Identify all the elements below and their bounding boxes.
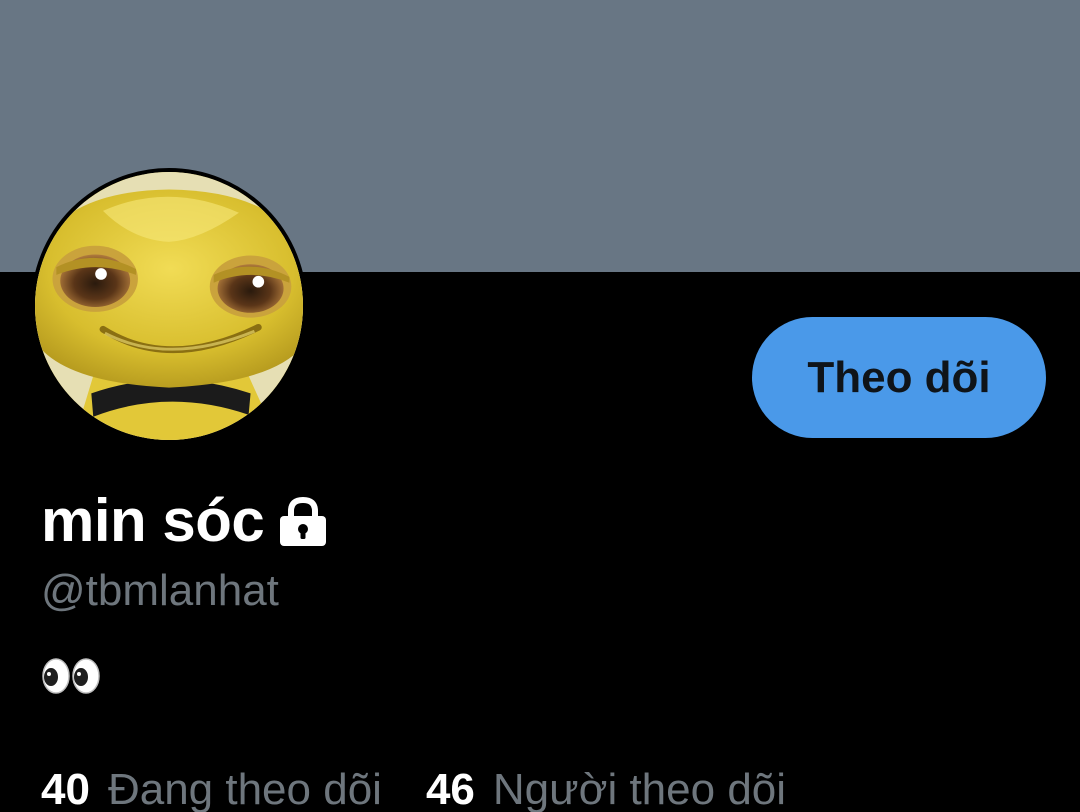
followers-count: 46 [425, 765, 475, 812]
profile-handle: @tbmlanhat [41, 566, 279, 615]
profile-stats: 40 Đang theo dõi 46 Người theo dõi [41, 762, 786, 812]
bee-face-avatar [35, 172, 303, 440]
followers-label: Người theo dõi [492, 765, 787, 812]
following-count: 40 [41, 765, 90, 812]
profile-bio [41, 652, 101, 700]
following-label: Đang theo dõi [107, 765, 382, 812]
lock-icon [276, 496, 330, 548]
follow-button[interactable]: Theo dõi [752, 317, 1046, 438]
profile-page: Theo dõi min sóc @tbmlanhat 40 Đang theo… [0, 0, 1080, 812]
following-stat[interactable]: 40 Đang theo dõi [41, 762, 382, 812]
display-name-row: min sóc [41, 486, 330, 556]
followers-stat[interactable]: 46 Người theo dõi [426, 762, 786, 812]
display-name: min sóc [41, 487, 265, 554]
eye-icon [41, 657, 71, 695]
eye-icon [71, 657, 101, 695]
profile-avatar[interactable] [31, 168, 307, 444]
